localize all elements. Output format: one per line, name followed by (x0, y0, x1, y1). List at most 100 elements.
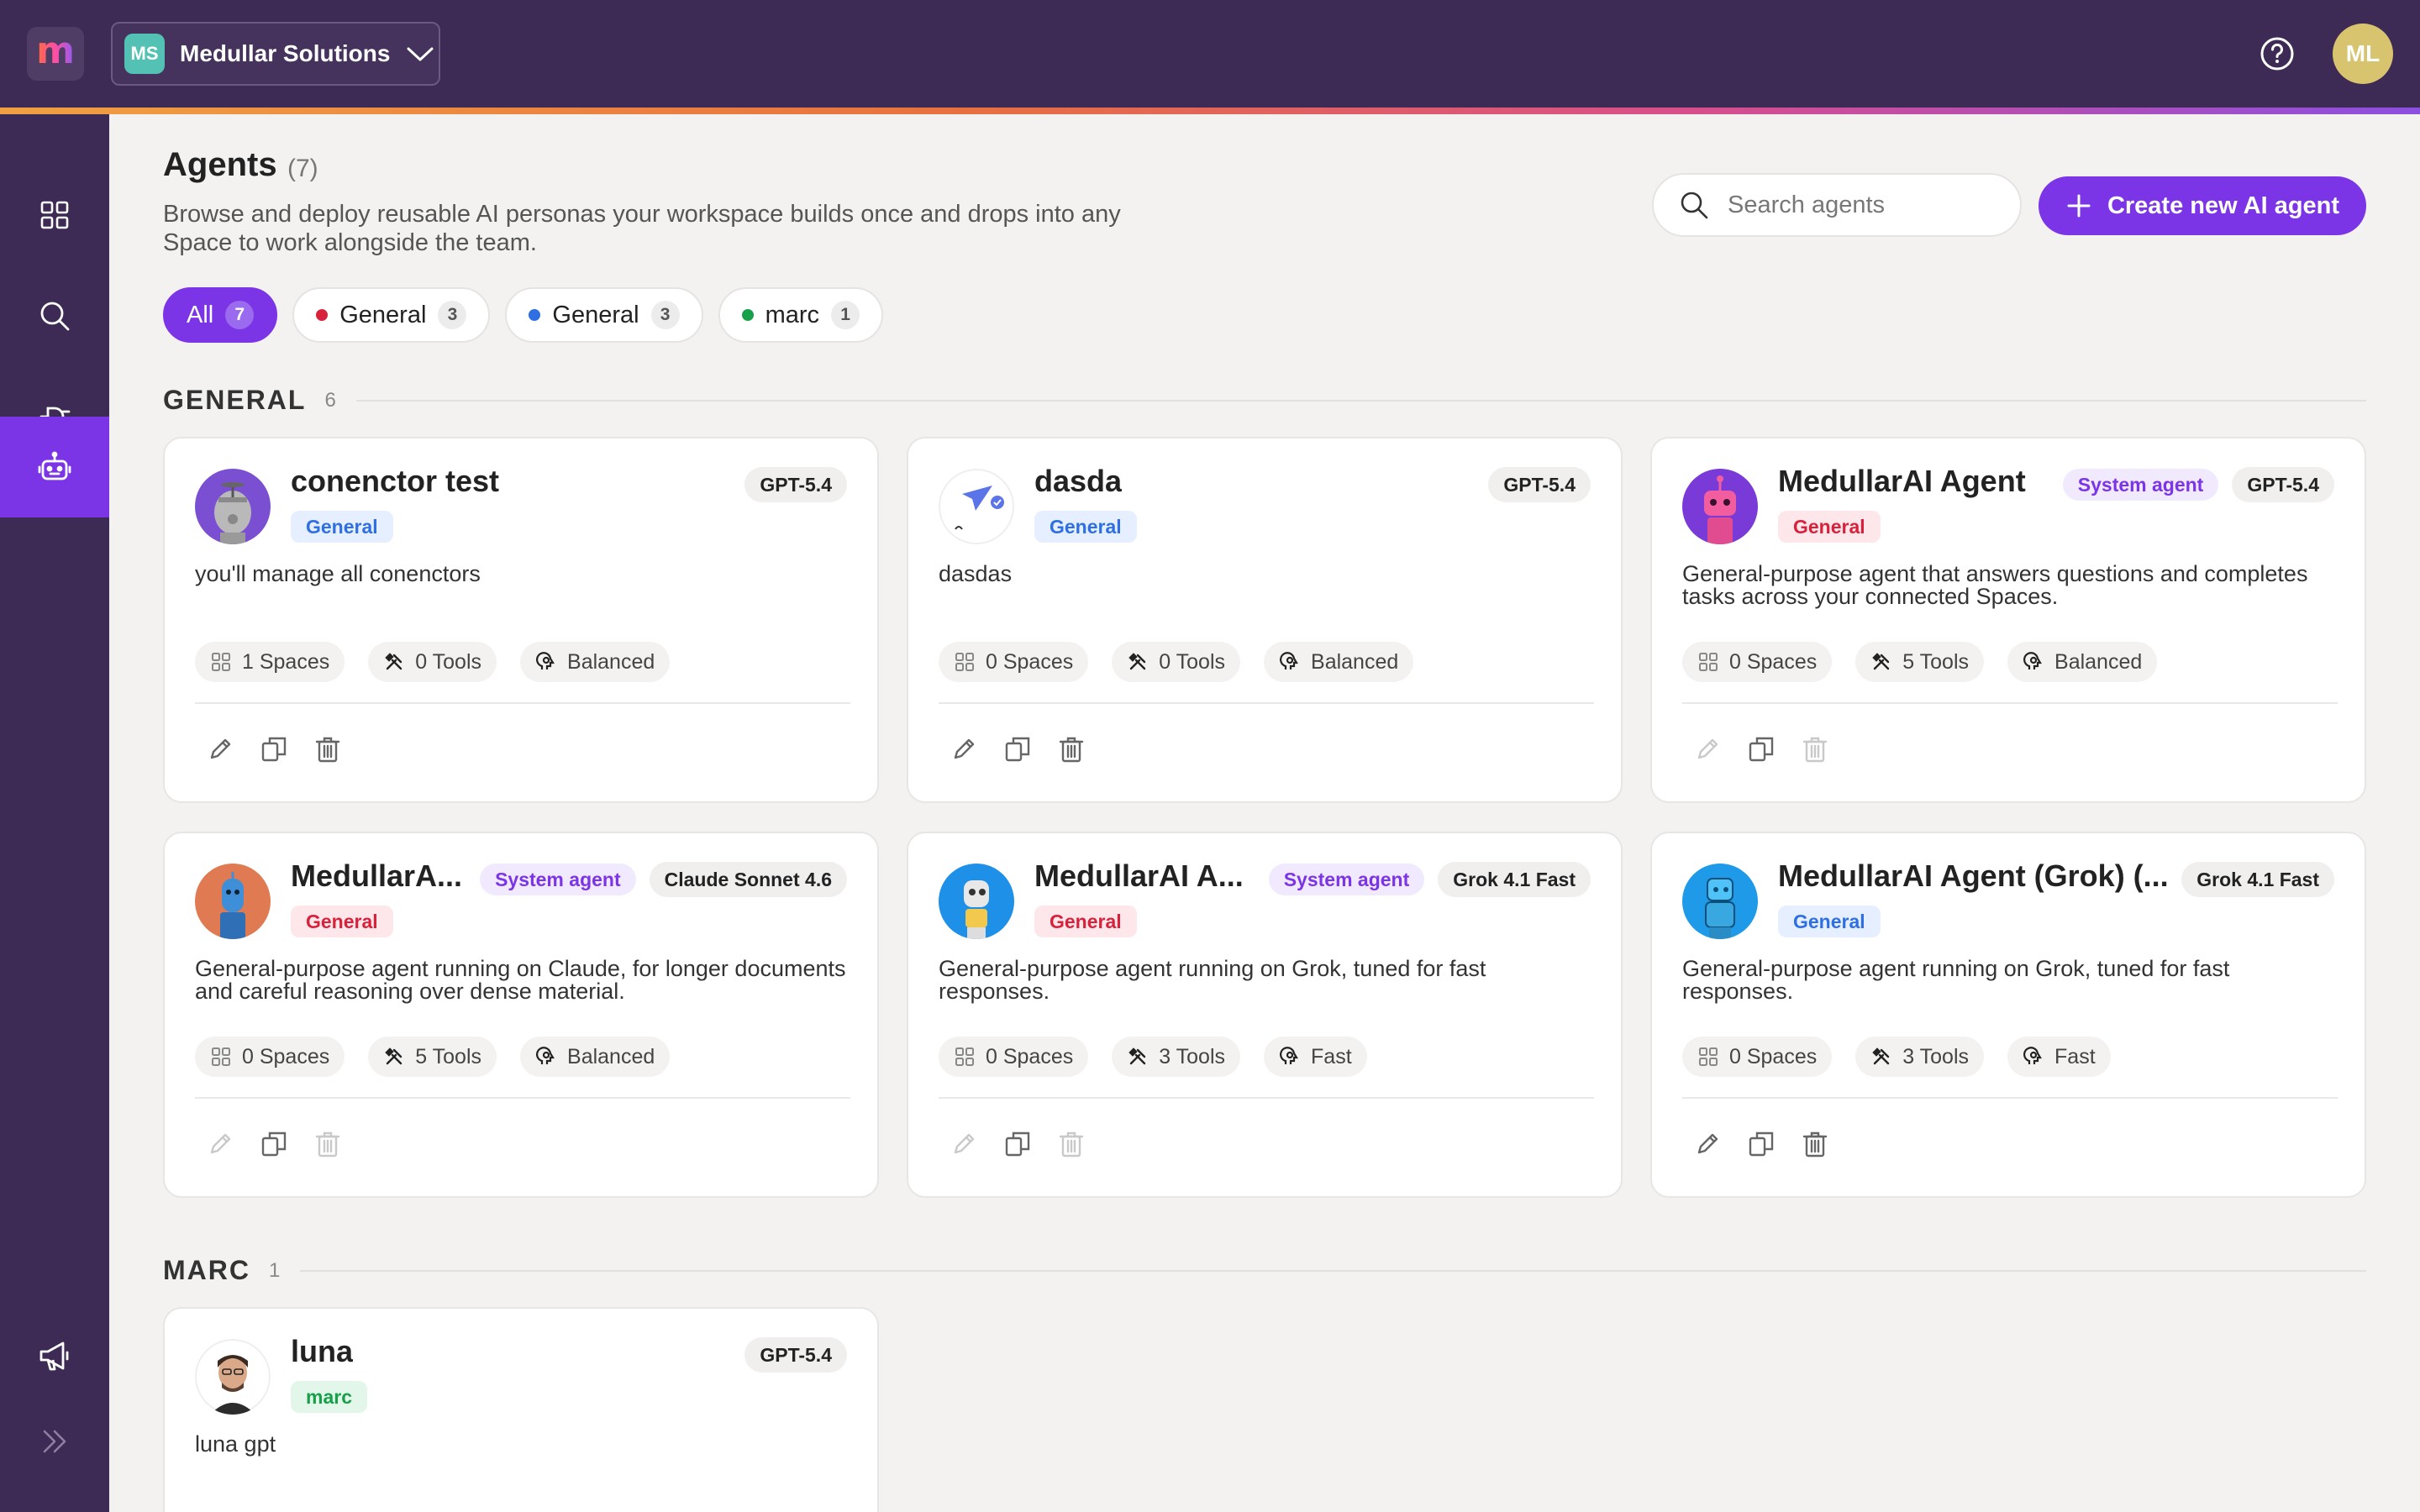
red-dot-icon (316, 309, 329, 321)
agent-name: dasda (1034, 464, 1123, 498)
agent-description: General-purpose agent running on Claude,… (195, 956, 846, 1004)
org-switcher[interactable]: MS Medullar Solutions (111, 22, 440, 86)
mode-stat: Fast (1264, 1037, 1367, 1077)
mode-stat: Balanced (1264, 642, 1414, 682)
edit-button[interactable] (1692, 1129, 1723, 1159)
robot-blue-avatar (939, 864, 1014, 939)
duplicate-button[interactable] (1746, 734, 1776, 764)
pencil-icon (954, 738, 975, 759)
edit-button[interactable] (949, 734, 979, 764)
delete-button[interactable] (313, 734, 343, 764)
tools-count: 5 Tools (1902, 649, 1970, 674)
top-accent-bar (0, 108, 2420, 114)
agent-card[interactable]: conenctor test GPT-5.4 General you'll ma… (163, 437, 879, 803)
agent-card[interactable]: MedullarA... System agent Claude Sonnet … (163, 832, 879, 1198)
trash-icon (1802, 1131, 1828, 1158)
filter-count: 3 (650, 301, 680, 329)
page-description: Browse and deploy reusable AI personas y… (163, 201, 1121, 256)
paper-plane-avatar (939, 469, 1014, 544)
tools-count: 5 Tools (415, 1044, 482, 1068)
card-actions (1692, 734, 1830, 764)
system-agent-badge: System agent (2062, 469, 2219, 501)
system-agent-badge: System agent (1268, 864, 1425, 895)
section-label: MARC (163, 1255, 250, 1285)
model-badge: Grok 4.1 Fast (1438, 862, 1591, 897)
category-badge: General (1778, 906, 1881, 937)
grid-icon (1699, 1047, 1718, 1066)
tools-stat: 0 Tools (1112, 642, 1241, 682)
section-divider (300, 1269, 2366, 1272)
pencil-icon (210, 1133, 231, 1154)
delete-button[interactable] (1800, 1129, 1830, 1159)
duplicate-button[interactable] (1002, 734, 1033, 764)
spaces-count: 0 Spaces (986, 649, 1074, 674)
agent-card[interactable]: MedullarAI Agent System agent GPT-5.4 Ge… (1650, 437, 2366, 803)
duplicate-button[interactable] (1746, 1129, 1776, 1159)
user-avatar[interactable]: ML (2333, 24, 2393, 84)
category-badge: marc (291, 1381, 367, 1413)
brain-icon (536, 1047, 555, 1064)
delete-button[interactable] (313, 1129, 343, 1159)
delete-button[interactable] (1800, 734, 1830, 764)
category-badge: General (1034, 906, 1137, 937)
model-badge: Claude Sonnet 4.6 (649, 862, 847, 897)
spaces-count: 0 Spaces (1729, 649, 1818, 674)
tools-icon (385, 1047, 402, 1065)
agent-card[interactable]: luna GPT-5.4 marc luna gpt (163, 1307, 879, 1512)
sidebar-item-dashboard[interactable] (0, 165, 109, 265)
create-agent-button[interactable]: Create new AI agent (2039, 176, 2366, 235)
filter-chip-all[interactable]: All 7 (163, 287, 278, 343)
tools-count: 3 Tools (1902, 1044, 1970, 1068)
spaces-stat: 1 Spaces (195, 642, 345, 682)
grid-icon (955, 653, 974, 671)
edit-button[interactable] (205, 1129, 235, 1159)
model-badge: GPT-5.4 (2232, 467, 2334, 502)
m-logo-icon[interactable]: m (27, 27, 84, 81)
edit-button[interactable] (205, 734, 235, 764)
create-agent-label: Create new AI agent (2107, 192, 2340, 219)
mode-stat: Balanced (520, 1037, 671, 1077)
sidebar-item-search[interactable] (0, 265, 109, 366)
filter-chip-general-blue[interactable]: General 3 (505, 287, 703, 343)
filter-chip-general-red[interactable]: General 3 (292, 287, 491, 343)
mode-stat: Balanced (2007, 642, 2158, 682)
agent-name: conenctor test (291, 464, 500, 498)
green-dot-icon (741, 309, 754, 321)
mode-label: Fast (1311, 1044, 1352, 1068)
agent-card[interactable]: MedullarAI Agent (Grok) (... Grok 4.1 Fa… (1650, 832, 2366, 1198)
duplicate-button[interactable] (1002, 1129, 1033, 1159)
spaces-count: 0 Spaces (986, 1044, 1074, 1068)
duplicate-button[interactable] (259, 734, 289, 764)
spaces-stat: 0 Spaces (939, 642, 1089, 682)
edit-button[interactable] (949, 1129, 979, 1159)
agent-description: General-purpose agent running on Grok, t… (1682, 956, 2230, 1004)
tools-icon (385, 653, 402, 670)
filter-chip-marc[interactable]: marc 1 (718, 287, 884, 343)
tools-stat: 3 Tools (1112, 1037, 1241, 1077)
brain-icon (1280, 1047, 1298, 1064)
person-avatar (195, 1339, 271, 1415)
delete-button[interactable] (1056, 734, 1086, 764)
agent-stats: 0 Spaces 0 Tools Balanced (939, 642, 1414, 682)
mode-label: Balanced (567, 649, 655, 674)
search-input[interactable] (1728, 191, 2013, 219)
duplicate-button[interactable] (259, 1129, 289, 1159)
agent-description: General-purpose agent that answers quest… (1682, 561, 2308, 609)
delete-button[interactable] (1056, 1129, 1086, 1159)
agent-stats: 0 Spaces 3 Tools Fast (1682, 1037, 2111, 1077)
grid-icon (955, 1047, 974, 1066)
help-icon[interactable] (2259, 35, 2296, 72)
mode-stat: Balanced (520, 642, 671, 682)
search-box[interactable] (1652, 173, 2022, 237)
sidebar-item-agents[interactable] (0, 417, 109, 517)
model-badge: Grok 4.1 Fast (2181, 862, 2334, 897)
badge-row: System agent Grok 4.1 Fast (1268, 862, 1591, 897)
agent-card[interactable]: MedullarAI A... System agent Grok 4.1 Fa… (907, 832, 1623, 1198)
megaphone-icon (39, 1341, 69, 1371)
agent-card[interactable]: dasda GPT-5.4 General dasdas 0 Spaces 0 … (907, 437, 1623, 803)
sidebar-expand-button[interactable] (0, 1391, 109, 1492)
copy-icon (261, 1131, 287, 1157)
edit-button[interactable] (1692, 734, 1723, 764)
tools-stat: 5 Tools (368, 1037, 497, 1077)
filter-count: 7 (225, 301, 255, 329)
